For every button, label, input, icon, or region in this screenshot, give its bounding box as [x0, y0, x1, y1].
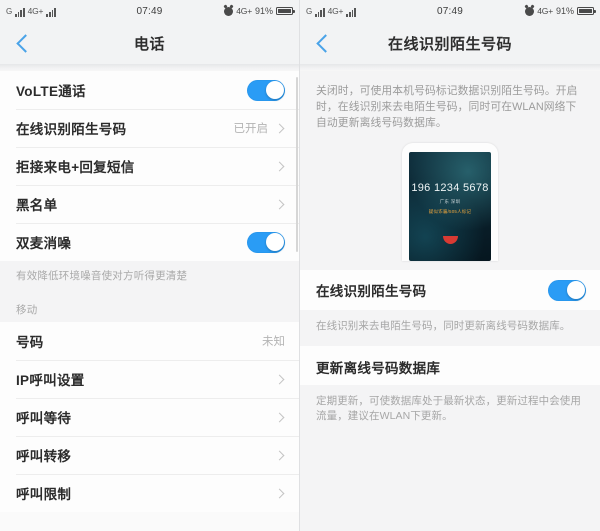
network-type-right-label: 4G+ [236, 6, 252, 16]
status-bar-right: G 4G+ 07:49 4G+ 91% [300, 0, 600, 22]
row-number[interactable]: 号码 未知 [0, 322, 299, 360]
row-label: 呼叫等待 [16, 411, 72, 426]
row-right-group [247, 231, 285, 253]
row-ip-call-settings[interactable]: IP呼叫设置 [0, 360, 299, 398]
row-label: 拒接来电+回复短信 [16, 160, 135, 175]
toggle-knob [265, 81, 284, 99]
chevron-right-icon [274, 450, 285, 460]
illustration-wrapper: 196 1234 5678 广东 深圳 疑似诈骗/505人标记 [300, 141, 600, 261]
nav-bar-left: 电话 [0, 22, 299, 64]
row-value: 未知 [262, 336, 285, 348]
row-online-stranger-id-toggle[interactable]: 在线识别陌生号码 [300, 270, 600, 310]
chevron-left-icon [15, 33, 35, 53]
row-value: 已开启 [233, 123, 269, 135]
toggle-volte-call[interactable] [247, 79, 285, 101]
nav-bar-right: 在线识别陌生号码 [300, 22, 600, 64]
row-label: 黑名单 [16, 198, 58, 213]
row-volte-call[interactable]: VoLTE通话 [0, 71, 299, 109]
row-online-stranger-id[interactable]: 在线识别陌生号码 已开启 [0, 109, 299, 147]
alarm-clock-icon [525, 6, 535, 16]
row-call-barring[interactable]: 呼叫限制 [0, 474, 299, 512]
chevron-right-icon [274, 199, 285, 209]
row-label: 在线识别陌生号码 [316, 284, 427, 299]
row-call-forwarding[interactable]: 呼叫转移 [0, 436, 299, 474]
status-bar-right-group: 4G+ 91% [224, 6, 295, 16]
mock-phone-illustration: 196 1234 5678 广东 深圳 疑似诈骗/505人标记 [402, 143, 498, 261]
row-label: 呼叫限制 [16, 487, 72, 502]
chevron-left-icon [315, 33, 335, 53]
mock-mark-tag: 疑似诈骗/505人标记 [428, 209, 472, 214]
update-database-description: 定期更新，可使数据库处于最新状态，更新过程中会使用流量，建议在WLAN下更新。 [300, 385, 600, 436]
toggle-online-stranger-id[interactable] [548, 279, 586, 301]
row-right-group [274, 450, 285, 460]
mock-region-label: 广东 深圳 [439, 199, 461, 204]
settings-list-left[interactable]: VoLTE通话 在线识别陌生号码 已开启 拒接来电+回复短信 黑名单 双麦消噪 … [0, 71, 299, 531]
row-right-group [274, 374, 285, 384]
row-right-group [274, 488, 285, 498]
status-bar-right-group: 4G+ 91% [525, 6, 596, 16]
row-right-group: 已开启 [234, 120, 286, 136]
chevron-right-icon [274, 488, 285, 498]
back-button-right[interactable] [300, 22, 346, 64]
nav-shadow-right [300, 64, 600, 71]
chevron-right-icon [274, 123, 285, 133]
row-right-group [274, 199, 285, 209]
row-label: VoLTE通话 [16, 84, 86, 99]
list-scrollbar-left[interactable] [296, 77, 298, 252]
hangup-call-icon [409, 236, 491, 244]
mock-call-screen: 196 1234 5678 广东 深圳 疑似诈骗/505人标记 [409, 152, 491, 261]
row-reject-call-reply-sms[interactable]: 拒接来电+回复短信 [0, 147, 299, 185]
left-phone-screen: G 4G+ 07:49 4G+ 91% 电话 VoLTE通话 在线识别陌生号码 … [0, 0, 300, 531]
mock-phone-number: 196 1234 5678 [411, 182, 489, 194]
row-label: 呼叫转移 [16, 449, 72, 464]
row-label: 在线识别陌生号码 [16, 122, 127, 137]
row-label: IP呼叫设置 [16, 373, 85, 388]
chevron-right-icon [274, 374, 285, 384]
update-database-title: 更新离线号码数据库 [300, 346, 600, 385]
feature-description: 关闭时，可使用本机号码标记数据识别陌生号码。开启时，在线识别来去电陌生号码，同时… [316, 85, 578, 129]
online-id-setting-description: 在线识别来去电陌生号码，同时更新离线号码数据库。 [300, 310, 600, 346]
row-right-group [247, 79, 285, 101]
battery-percent-label: 91% [555, 6, 574, 16]
row-right-group [548, 279, 586, 301]
row-blacklist[interactable]: 黑名单 [0, 185, 299, 223]
chevron-right-icon [274, 161, 285, 171]
row-right-group: 未知 [262, 333, 285, 349]
row-right-group [274, 412, 285, 422]
row-dual-mic-noise-reduction[interactable]: 双麦消噪 [0, 223, 299, 261]
battery-icon [577, 7, 596, 15]
toggle-dual-mic-noise-reduction[interactable] [247, 231, 285, 253]
hint-dual-mic: 有效降低环境噪音使对方听得更清楚 [0, 261, 299, 292]
nav-shadow-left [0, 64, 299, 71]
right-phone-screen: G 4G+ 07:49 4G+ 91% 在线识别陌生号码 关闭时，可使用本机号码… [300, 0, 600, 531]
online-id-setting-card: 在线识别陌生号码 [300, 270, 600, 310]
network-type-right-label: 4G+ [537, 6, 553, 16]
chevron-right-icon [274, 412, 285, 422]
row-right-group [274, 161, 285, 171]
back-button-left[interactable] [0, 22, 46, 64]
detail-body-right: 关闭时，可使用本机号码标记数据识别陌生号码。开启时，在线识别来去电陌生号码，同时… [300, 71, 600, 531]
status-bar-left: G 4G+ 07:49 4G+ 91% [0, 0, 299, 22]
dual-screenshot-container: G 4G+ 07:49 4G+ 91% 电话 VoLTE通话 在线识别陌生号码 … [0, 0, 600, 531]
row-call-waiting[interactable]: 呼叫等待 [0, 398, 299, 436]
settings-group-general: VoLTE通话 在线识别陌生号码 已开启 拒接来电+回复短信 黑名单 双麦消噪 [0, 71, 299, 261]
page-title-right: 在线识别陌生号码 [387, 35, 512, 53]
settings-group-mobile: 号码 未知 IP呼叫设置 呼叫等待 呼叫转移 呼叫限制 [0, 322, 299, 512]
section-title-mobile: 移动 [0, 292, 299, 322]
row-label: 号码 [16, 335, 44, 350]
toggle-knob [265, 233, 284, 251]
page-title-left: 电话 [133, 35, 165, 53]
battery-percent-label: 91% [254, 6, 273, 16]
row-label: 双麦消噪 [16, 236, 72, 251]
battery-icon [276, 7, 295, 15]
toggle-knob [566, 281, 585, 299]
alarm-clock-icon [224, 6, 234, 16]
